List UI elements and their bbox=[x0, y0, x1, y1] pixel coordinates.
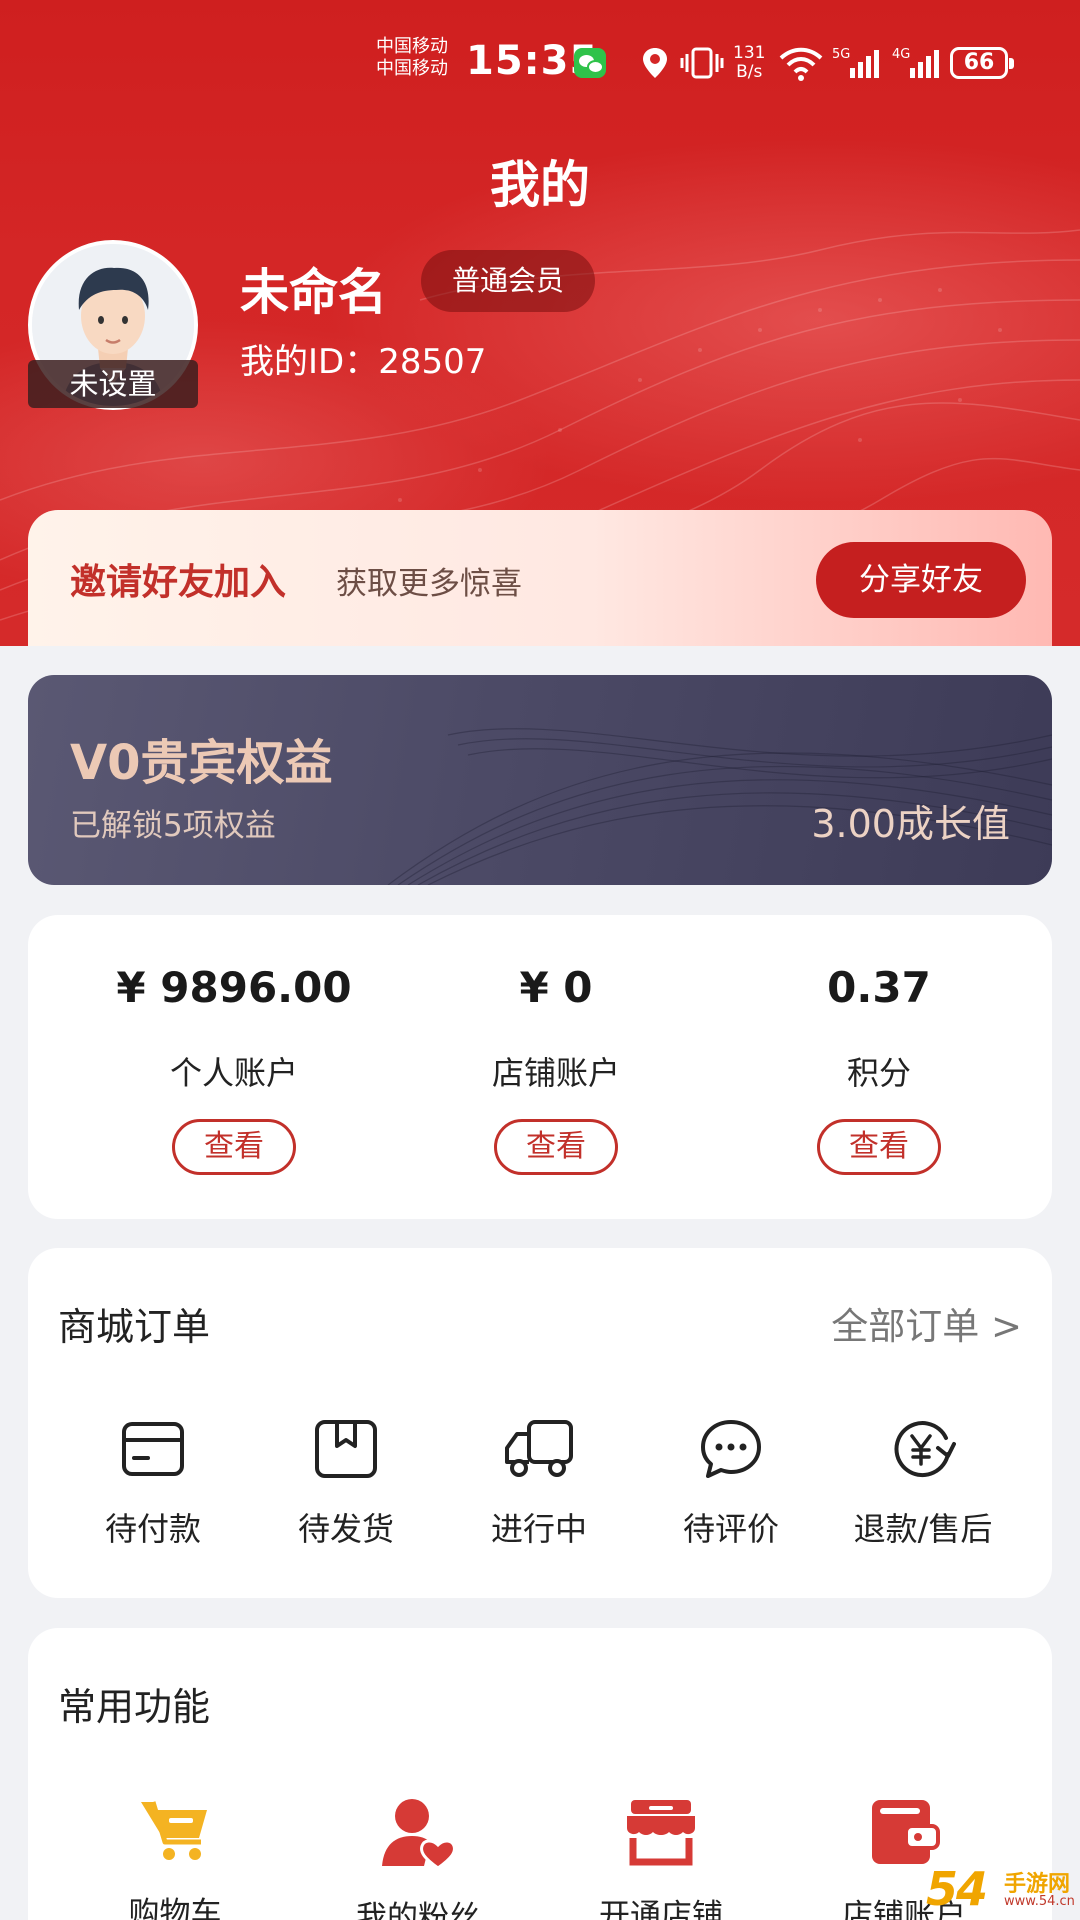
status-bar: 中国移动 中国移动 15:35 131 B/s 5G 4G 66 bbox=[0, 28, 1080, 98]
member-badge: 普通会员 bbox=[421, 250, 595, 312]
account-label: 积分 bbox=[846, 1054, 911, 1092]
order-label: 待评价 bbox=[682, 1510, 779, 1548]
view-points-button[interactable]: 查看 bbox=[817, 1119, 941, 1175]
order-label: 待发货 bbox=[297, 1510, 394, 1548]
avatar-tag[interactable]: 未设置 bbox=[28, 360, 198, 408]
location-icon bbox=[643, 48, 667, 78]
refund-icon bbox=[894, 1421, 956, 1477]
order-in-progress[interactable]: 进行中 bbox=[444, 1418, 634, 1550]
package-icon bbox=[315, 1420, 377, 1478]
cart-icon bbox=[141, 1801, 207, 1860]
func-open-shop[interactable]: 开通店铺 bbox=[561, 1796, 761, 1920]
all-orders-link[interactable]: 全部订单 > bbox=[831, 1296, 1022, 1350]
orders-card: 商城订单 全部订单 > 待付款 待发货 进行中 待评价 退款/售后 bbox=[28, 1248, 1052, 1598]
invite-subtitle: 获取更多惊喜 bbox=[336, 566, 522, 602]
shop-icon bbox=[627, 1800, 695, 1866]
vip-title: V0贵宾权益 bbox=[70, 735, 333, 791]
order-refund[interactable]: 退款/售后 bbox=[828, 1418, 1018, 1550]
func-label: 购物车 bbox=[128, 1896, 222, 1920]
invite-title: 邀请好友加入 bbox=[70, 562, 287, 603]
func-fans[interactable]: 我的粉丝 bbox=[318, 1796, 518, 1920]
func-cart[interactable]: 购物车 bbox=[75, 1796, 275, 1920]
order-label: 待付款 bbox=[104, 1510, 201, 1548]
vip-card[interactable]: V0贵宾权益 已解锁5项权益 3.00成长值 bbox=[28, 675, 1052, 885]
account-label: 个人账户 bbox=[169, 1054, 298, 1092]
user-name: 未命名 bbox=[240, 264, 388, 321]
watermark-logo: 54 bbox=[926, 1862, 988, 1916]
chat-icon bbox=[701, 1420, 761, 1478]
svg-text:5G: 5G bbox=[832, 47, 850, 62]
carrier-label: 中国移动 中国移动 bbox=[376, 36, 448, 79]
invite-card: 邀请好友加入 获取更多惊喜 分享好友 bbox=[28, 510, 1052, 646]
fans-icon bbox=[382, 1799, 456, 1870]
func-label: 我的粉丝 bbox=[356, 1900, 480, 1920]
account-value: ¥ 9896.00 bbox=[116, 963, 352, 1012]
order-label: 退款/售后 bbox=[853, 1510, 993, 1548]
accounts-card: ¥ 9896.00 个人账户 查看 ¥ 0 店铺账户 查看 0.37 积分 查看 bbox=[28, 915, 1052, 1219]
order-pending-review[interactable]: 待评价 bbox=[636, 1418, 826, 1550]
order-pending-payment[interactable]: 待付款 bbox=[58, 1418, 248, 1550]
signal-5g-icon: 5G bbox=[832, 47, 879, 78]
functions-card: 常用功能 购物车 我的粉丝 开通店铺 店铺账户 bbox=[28, 1628, 1052, 1920]
user-id: 我的ID：28507 bbox=[240, 342, 487, 382]
func-label: 开通店铺 bbox=[599, 1898, 723, 1920]
svg-text:4G: 4G bbox=[892, 47, 910, 62]
view-shop-account-button[interactable]: 查看 bbox=[494, 1119, 618, 1175]
order-pending-shipment[interactable]: 待发货 bbox=[251, 1418, 441, 1550]
page-title: 我的 bbox=[490, 156, 590, 214]
site-watermark: 54 手游网 www.54.cn bbox=[926, 1862, 1078, 1918]
account-label: 店铺账户 bbox=[491, 1054, 620, 1092]
card-icon bbox=[122, 1422, 184, 1476]
account-value: 0.37 bbox=[827, 963, 931, 1012]
battery-icon: 66 bbox=[950, 47, 1014, 79]
wifi-icon bbox=[779, 47, 823, 81]
functions-title: 常用功能 bbox=[58, 1685, 211, 1729]
vibrate-icon bbox=[680, 47, 724, 79]
wechat-icon bbox=[574, 48, 606, 78]
account-value: ¥ 0 bbox=[519, 963, 593, 1012]
share-friend-button[interactable]: 分享好友 bbox=[816, 542, 1026, 618]
truck-icon bbox=[505, 1420, 573, 1477]
view-personal-account-button[interactable]: 查看 bbox=[172, 1119, 296, 1175]
orders-title: 商城订单 bbox=[58, 1305, 211, 1349]
wallet-icon bbox=[872, 1800, 940, 1864]
vip-subtitle: 已解锁5项权益 bbox=[70, 808, 276, 844]
watermark-url: www.54.cn bbox=[1004, 1894, 1075, 1909]
vip-growth-value: 3.00成长值 bbox=[811, 802, 1010, 846]
net-speed: 131 B/s bbox=[733, 43, 766, 82]
signal-4g-icon: 4G bbox=[892, 47, 939, 78]
order-label: 进行中 bbox=[490, 1510, 587, 1548]
